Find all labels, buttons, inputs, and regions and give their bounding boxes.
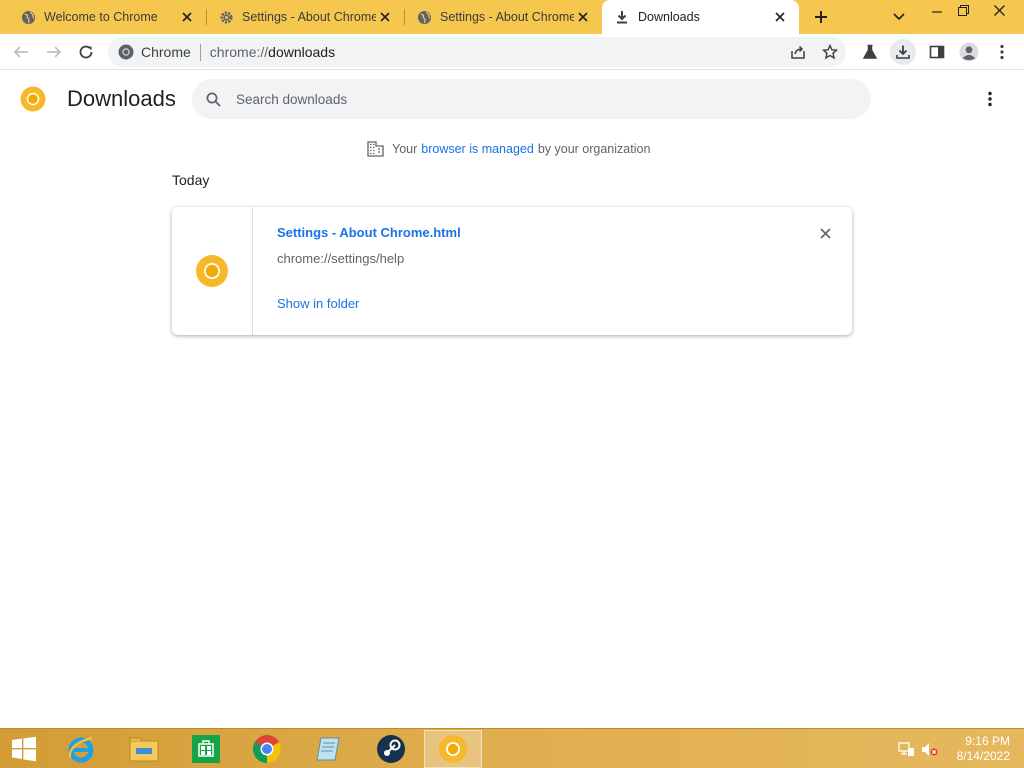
internet-explorer-button[interactable] [52, 730, 110, 768]
close-icon[interactable] [771, 8, 789, 26]
tab-title: Welcome to Chrome [44, 10, 158, 24]
folder-icon [129, 737, 159, 762]
notepad-button[interactable] [300, 730, 358, 768]
tab-downloads[interactable]: Downloads [602, 0, 799, 34]
downloads-button[interactable] [890, 39, 916, 65]
close-icon[interactable] [178, 8, 196, 26]
globe-icon [20, 9, 36, 25]
clock-time: 9:16 PM [965, 734, 1010, 748]
volume-tray-icon[interactable] [920, 729, 938, 768]
bookmark-button[interactable] [817, 39, 843, 65]
reload-icon [79, 45, 93, 59]
steam-button[interactable] [362, 730, 420, 768]
site-chip-label: Chrome [141, 44, 191, 60]
gear-icon [218, 9, 234, 25]
download-source-url: chrome://settings/help [277, 251, 405, 266]
windows-logo-icon [12, 736, 36, 762]
chevron-down-icon [893, 13, 905, 21]
forward-button[interactable] [41, 39, 67, 65]
side-panel-button[interactable] [924, 39, 950, 65]
browser-toolbar: Chrome chrome://downloads [0, 34, 1024, 70]
chrome-logo-icon [118, 44, 134, 60]
kebab-menu-icon [988, 91, 992, 107]
network-icon [897, 741, 914, 756]
chrome-canary-icon [439, 735, 467, 763]
page-title: Downloads [67, 86, 176, 111]
close-icon[interactable] [574, 8, 592, 26]
tab-settings-about-chrome-2[interactable]: Settings - About Chrome [404, 0, 602, 34]
star-icon [822, 44, 838, 60]
url-text: chrome://downloads [209, 44, 336, 60]
windows-store-button[interactable] [177, 730, 235, 768]
remove-download-button[interactable] [816, 224, 834, 242]
share-icon [791, 45, 805, 59]
new-tab-button[interactable] [809, 6, 833, 28]
share-button[interactable] [785, 39, 811, 65]
chrome-canary-button[interactable] [424, 730, 482, 768]
browser-managed-link[interactable]: browser is managed [421, 142, 534, 156]
network-tray-icon[interactable] [897, 729, 915, 768]
chrome-canary-file-icon [195, 254, 229, 288]
managed-notice: Your browser is managed by your organiza… [366, 140, 650, 158]
close-icon [993, 4, 1005, 16]
omnibox-separator [199, 43, 201, 61]
arrow-left-icon [13, 46, 28, 58]
download-item-card: Settings - About Chrome.html chrome://se… [172, 207, 852, 335]
tab-title: Downloads [638, 10, 700, 24]
internet-explorer-icon [68, 736, 94, 763]
close-icon [819, 227, 831, 239]
flask-icon [862, 44, 878, 59]
tab-settings-about-chrome[interactable]: Settings - About Chrome [206, 0, 404, 34]
google-chrome-button[interactable] [238, 730, 296, 768]
tab-search-button[interactable] [888, 6, 910, 28]
steam-icon [377, 735, 405, 763]
windows-taskbar: 9:16 PM 8/14/2022 [0, 728, 1024, 768]
tab-title: Settings - About Chrome [242, 10, 376, 24]
start-button[interactable] [0, 730, 48, 768]
restore-icon [957, 4, 969, 16]
side-panel-icon [929, 45, 945, 59]
chrome-icon [253, 735, 281, 763]
restore-button[interactable] [950, 0, 976, 20]
minimize-button[interactable] [924, 0, 950, 20]
profile-button[interactable] [956, 39, 982, 65]
clock-date: 8/14/2022 [956, 749, 1010, 763]
search-input[interactable] [236, 91, 836, 107]
reload-button[interactable] [73, 39, 99, 65]
back-button[interactable] [8, 39, 34, 65]
arrow-right-icon [47, 46, 62, 58]
download-icon [614, 9, 630, 25]
notepad-icon [316, 737, 340, 761]
chrome-menu-button[interactable] [989, 39, 1015, 65]
tab-title: Settings - About Chrome [440, 10, 574, 24]
search-downloads-bar[interactable] [192, 79, 871, 119]
chrome-canary-logo-icon [20, 86, 46, 112]
managed-text-prefix: Your [392, 142, 418, 156]
store-icon [192, 735, 220, 763]
file-icon-column [172, 207, 253, 335]
building-icon [366, 140, 384, 158]
labs-button[interactable] [857, 39, 883, 65]
file-explorer-button[interactable] [115, 730, 173, 768]
managed-text-suffix: by your organization [537, 142, 651, 156]
globe-icon [416, 9, 432, 25]
address-bar[interactable]: Chrome chrome://downloads [108, 37, 846, 67]
kebab-menu-icon [1000, 44, 1004, 60]
window-close-button[interactable] [984, 0, 1014, 20]
tab-strip: Welcome to Chrome Settings - About Chrom… [0, 0, 1024, 34]
minimize-icon [932, 11, 942, 13]
show-in-folder-link[interactable]: Show in folder [277, 296, 359, 311]
avatar-icon [959, 42, 979, 62]
plus-icon [815, 11, 827, 23]
date-group-heading: Today [172, 172, 210, 188]
download-file-name-link[interactable]: Settings - About Chrome.html [277, 225, 461, 240]
taskbar-clock[interactable]: 9:16 PM 8/14/2022 [940, 734, 1010, 764]
download-icon [896, 45, 910, 59]
tab-welcome-to-chrome[interactable]: Welcome to Chrome [0, 0, 206, 34]
search-icon [203, 89, 223, 109]
volume-muted-icon [921, 742, 937, 756]
page-more-actions-button[interactable] [980, 88, 1000, 110]
close-icon[interactable] [376, 8, 394, 26]
